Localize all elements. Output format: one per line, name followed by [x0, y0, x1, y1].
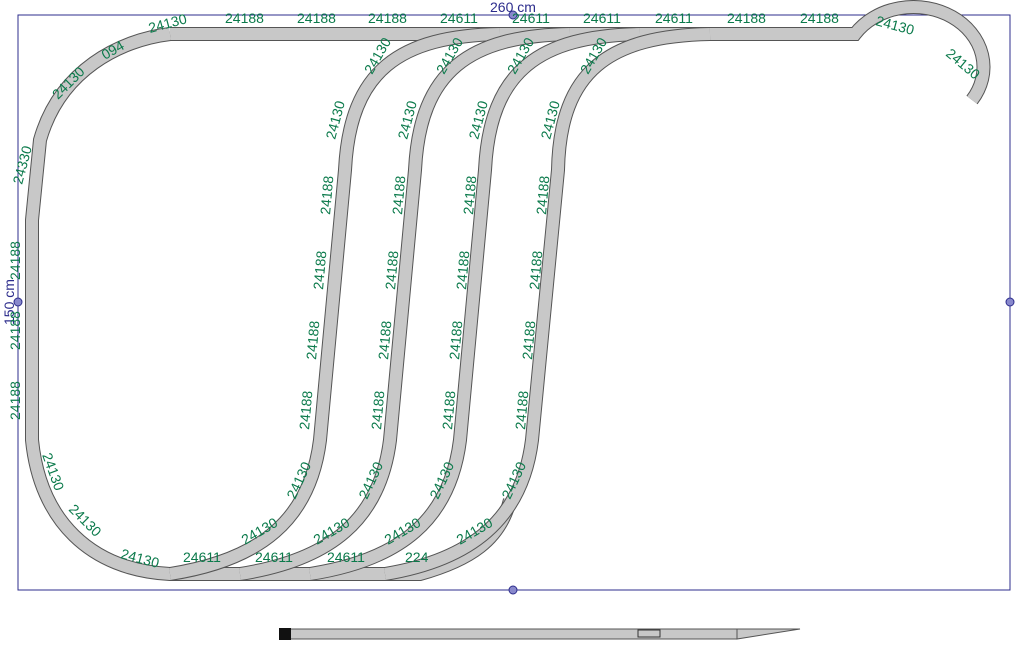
track-label: 24188 — [7, 381, 23, 420]
frame-handle-left[interactable] — [13, 297, 23, 307]
track-label: 24611 — [327, 549, 365, 565]
track-label: 24188 — [389, 175, 408, 215]
track-label: 24188 — [533, 175, 552, 215]
track-label: 24611 — [583, 10, 621, 26]
track-label: 24188 — [453, 250, 472, 290]
track-label: 24188 — [296, 390, 315, 430]
track-label: 24188 — [519, 320, 538, 360]
track-label: 24188 — [375, 320, 394, 360]
track-label: 24188 — [460, 175, 479, 215]
track-label: 24611 — [183, 549, 221, 565]
track-label: 24130 — [874, 12, 916, 38]
frame-handle-right[interactable] — [1005, 297, 1015, 307]
spare-track-strip[interactable] — [279, 628, 801, 640]
track-label: 24188 — [310, 250, 329, 290]
track-label: 24188 — [800, 10, 839, 26]
buffer-stop-icon — [279, 628, 291, 640]
track-label: 24611 — [512, 10, 550, 26]
track-label: 24188 — [368, 390, 387, 430]
track-label: 24188 — [382, 250, 401, 290]
track-label: 24188 — [368, 10, 407, 26]
track-label: 24188 — [439, 390, 458, 430]
track-label: 24611 — [655, 10, 693, 26]
track-label: 24188 — [225, 10, 264, 26]
track-label: 24188 — [526, 250, 545, 290]
track-label: 24611 — [255, 549, 293, 565]
track-label: 24188 — [446, 320, 465, 360]
layout-plan: 260 cm 150 cm 24188 24188 24188 24611 24… — [1, 0, 1015, 640]
track-label: 24188 — [317, 175, 336, 215]
track-label: 24188 — [727, 10, 766, 26]
track-label: 24188 — [303, 320, 322, 360]
track-label: 24188 — [512, 390, 531, 430]
frame-handle-bottom[interactable] — [508, 585, 518, 595]
track-label: 24188 — [297, 10, 336, 26]
track-label: 24188 — [7, 241, 23, 280]
track-label: 224 — [405, 549, 429, 565]
track-label: 24188 — [7, 311, 23, 350]
track-label: 24611 — [440, 10, 478, 26]
